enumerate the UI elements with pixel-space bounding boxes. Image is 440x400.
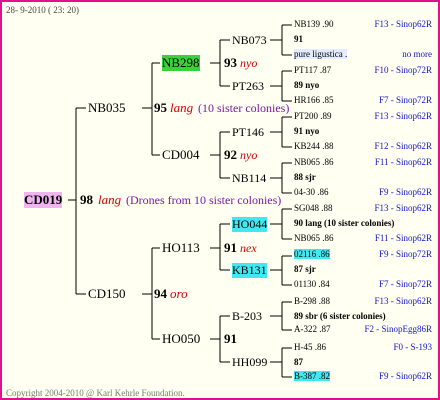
ggp-row-0-id: NB139 .90	[294, 19, 334, 29]
root-note: (Drones from 10 sister colonies)	[126, 193, 282, 207]
gen1-sire-breed: lang	[170, 100, 194, 115]
gen3-hh099[interactable]: HH099	[232, 355, 267, 370]
ggp-row-14-source: F11 - Sinop62R	[374, 233, 432, 243]
ggp-row-4-id: 89 nyo	[294, 80, 320, 90]
gen2-ho050-gen: 91	[224, 331, 237, 346]
root-gen: 98	[80, 192, 93, 207]
ggp-row-14-id: NB065 .86	[294, 233, 334, 243]
ggp-row-2-source: no more	[402, 49, 432, 59]
ggp-row-8-source: F12 - Sinop62R	[374, 141, 432, 151]
ggp-row-8-id: KB244 .88	[294, 141, 334, 151]
ggp-row-11-source: F9 - Sinop62R	[378, 187, 432, 197]
gen2-nb298-gen: 93	[224, 55, 237, 70]
root-breed: lang	[98, 192, 122, 207]
ggp-row-6-source: F13 - Sinop62R	[374, 111, 432, 121]
header-date: 28- 9-2010 ( 23: 20)	[6, 5, 79, 15]
ggp-row-18-id: B-298 .88	[294, 296, 330, 306]
ggp-row-22-id: 87	[294, 357, 303, 367]
ggp-row-15-source: F9 - Sinop72R	[378, 249, 432, 259]
ggp-row-9-source: F11 - Sinop62R	[374, 157, 432, 167]
gen1-dam-breed: oro	[170, 286, 188, 301]
gen2-ho113-gen: 91	[224, 240, 237, 255]
ggp-row-18-source: F13 - Sinop62R	[374, 296, 432, 306]
root-id[interactable]: CD019	[24, 192, 63, 208]
gen2-cd004[interactable]: CD004	[162, 147, 200, 163]
ggp-row-21-id: H-45 .86	[294, 342, 326, 352]
gen2-nb298[interactable]: NB298	[162, 55, 200, 71]
gen3-kb131[interactable]: KB131	[232, 263, 267, 278]
gen2-ho113-breed: nex	[240, 241, 257, 255]
ggp-row-15-id: 02116 .86	[294, 249, 330, 259]
ggp-row-19-id: 89 sbr (6 sister colonies)	[294, 311, 386, 321]
ggp-row-0-source: F13 - Sinop62R	[374, 19, 432, 29]
gen1-sire-gen: 95	[154, 100, 167, 115]
ggp-row-2-id: pure ligustica .	[294, 49, 348, 59]
ggp-row-13-id: 90 lang (10 sister colonies)	[294, 218, 395, 228]
ggp-row-10-id: 88 sjr	[294, 172, 316, 182]
gen2-nb298-breed: nyo	[240, 56, 258, 70]
gen1-dam-id[interactable]: CD150	[88, 286, 126, 302]
ggp-row-17-source: F7 - Sinop72R	[378, 279, 432, 289]
gen1-sire-id[interactable]: NB035	[88, 100, 126, 116]
ggp-row-12-source: F13 - Sinop62R	[374, 203, 432, 213]
gen2-cd004-gen: 92	[224, 147, 237, 162]
ggp-row-21-source: F0 - S-193	[393, 342, 432, 352]
pedigree-frame: 28- 9-2010 ( 23: 20) CD019 98 lang (Dron…	[0, 0, 440, 400]
ggp-row-7-id: 91 nyo	[294, 126, 320, 136]
gen1-dam-gen: 94	[154, 286, 167, 301]
gen2-ho050[interactable]: HO050	[162, 331, 200, 347]
ggp-row-5-id: HR166 .85	[294, 95, 334, 105]
gen3-pt263[interactable]: PT263	[232, 79, 264, 94]
ggp-row-1-id: 91	[294, 34, 303, 44]
ggp-row-6-id: PT200 .89	[294, 111, 332, 121]
gen3-nb073[interactable]: NB073	[232, 33, 267, 48]
ggp-row-23-source: F9 - Sinop62R	[378, 371, 432, 381]
gen3-b203[interactable]: B-203	[232, 309, 262, 324]
ggp-row-12-id: SG048 .88	[294, 203, 333, 213]
gen3-pt146[interactable]: PT146	[232, 125, 264, 140]
gen2-cd004-breed: nyo	[240, 148, 258, 162]
ggp-row-16-id: 87 sjr	[294, 264, 316, 274]
ggp-row-20-source: F2 - SinopEgg86R	[364, 324, 432, 334]
gen1-sire-note: (10 sister colonies)	[198, 101, 290, 115]
gen3-ho044[interactable]: HO044	[232, 217, 268, 232]
ggp-row-17-id: 01130 .84	[294, 279, 330, 289]
footer-copyright: Copyright 2004-2010 @ Karl Kehrle Founda…	[6, 388, 185, 398]
ggp-row-3-source: F10 - Sinop72R	[374, 65, 432, 75]
ggp-row-23-id: B-387 .82	[294, 371, 330, 381]
ggp-row-20-id: A-322 .87	[294, 324, 331, 334]
gen3-nb114[interactable]: NB114	[232, 171, 266, 186]
ggp-row-5-source: F7 - Sinop72R	[378, 95, 432, 105]
ggp-row-11-id: 04-30 .86	[294, 187, 329, 197]
ggp-row-3-id: PT117 .87	[294, 65, 332, 75]
gen2-ho113[interactable]: HO113	[162, 240, 200, 256]
ggp-row-9-id: NB065 .86	[294, 157, 334, 167]
